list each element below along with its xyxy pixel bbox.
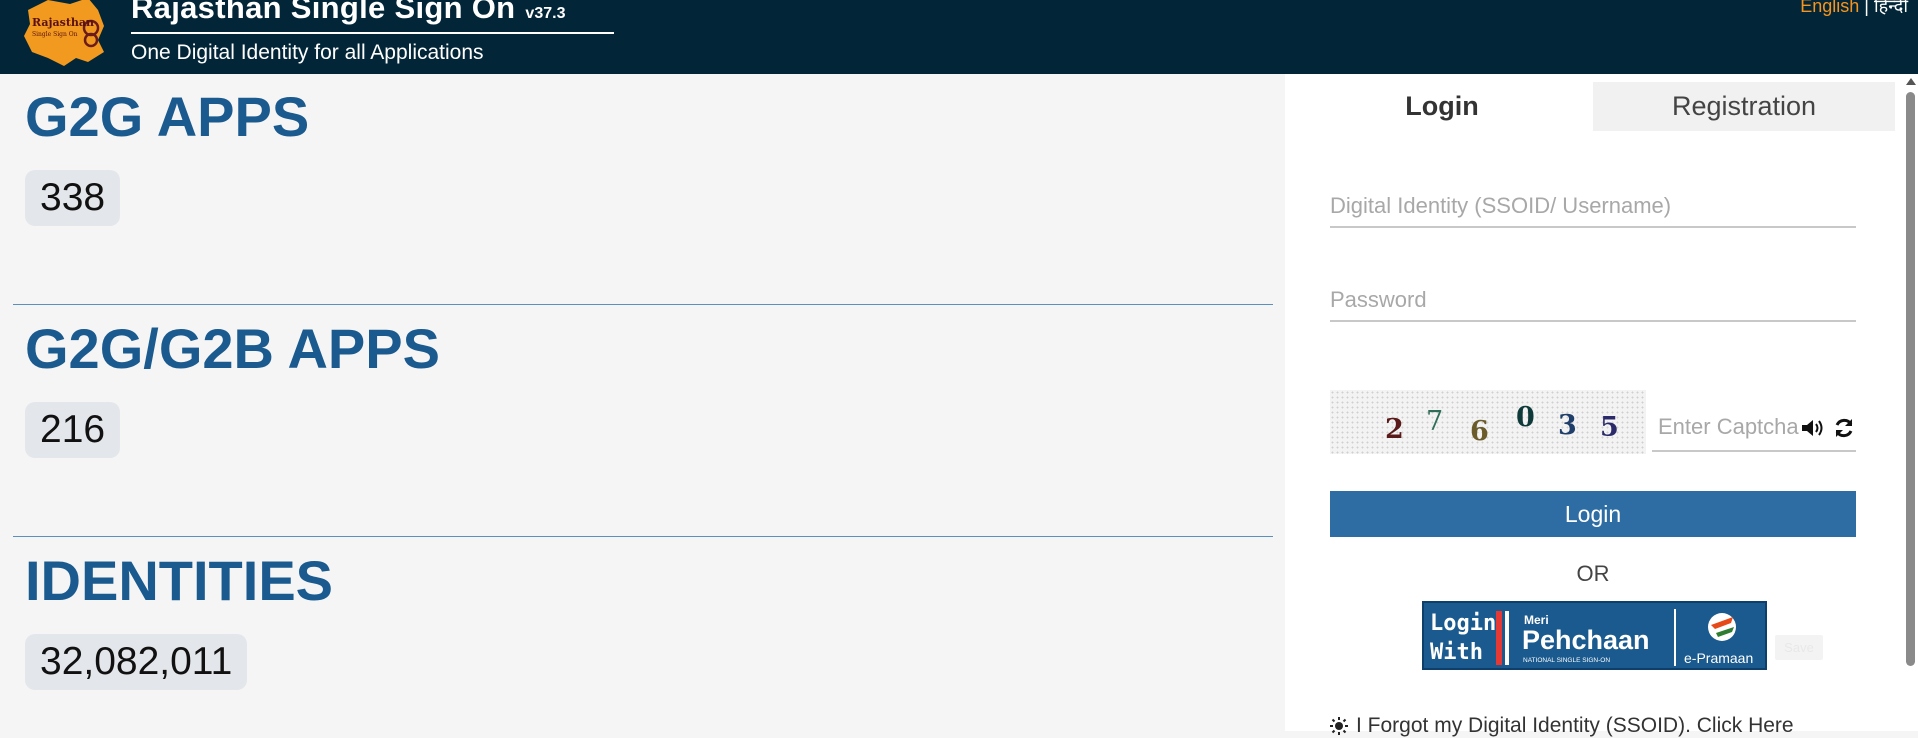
stats-section: G2G APPS 338 G2G/G2B APPS 216 IDENTITIES… <box>0 74 1285 731</box>
scroll-thumb[interactable] <box>1906 92 1915 666</box>
captcha-digit: 2 <box>1385 414 1404 445</box>
login-panel: Login Registration 2 7 6 0 3 5 Login OR <box>1285 74 1903 737</box>
captcha-digit: 0 <box>1516 402 1535 433</box>
app-header: Rajasthan Single Sign On Rajasthan Singl… <box>0 0 1918 74</box>
tab-registration[interactable]: Registration <box>1593 82 1895 131</box>
stat-count-g2g: 338 <box>25 170 121 226</box>
stat-count-g2g-g2b: 216 <box>25 402 121 458</box>
app-tagline: One Digital Identity for all Application… <box>131 41 484 64</box>
stat-title-g2g: G2G APPS <box>25 85 310 148</box>
speaker-icon[interactable] <box>1800 417 1826 439</box>
tab-login[interactable]: Login <box>1291 82 1593 131</box>
captcha-digit: 6 <box>1470 416 1489 447</box>
lang-separator: | <box>1859 0 1874 16</box>
captcha-digit: 3 <box>1558 410 1577 441</box>
captcha-digit: 7 <box>1426 406 1444 437</box>
refresh-icon[interactable] <box>1832 416 1856 440</box>
title-underline <box>131 32 614 34</box>
stat-count-identities: 32,082,011 <box>25 634 248 690</box>
stat-title-identities: IDENTITIES <box>25 549 334 612</box>
svg-text:NATIONAL SINGLE SIGN-ON: NATIONAL SINGLE SIGN-ON <box>1523 657 1610 664</box>
save-button[interactable]: Save <box>1775 635 1823 660</box>
forgot-ssoid-link[interactable]: I Forgot my Digital Identity (SSOID). Cl… <box>1330 714 1794 738</box>
rajasthan-logo[interactable]: Rajasthan Single Sign On <box>18 0 114 70</box>
lang-english-link[interactable]: English <box>1800 0 1859 16</box>
svg-text:e-Pramaan: e-Pramaan <box>1684 650 1753 666</box>
lang-hindi-link[interactable]: हिन्दी <box>1874 0 1908 16</box>
or-separator: OR <box>1576 561 1610 586</box>
app-title: Rajasthan Single Sign On <box>131 0 516 25</box>
page-scrollbar[interactable] <box>1903 74 1918 731</box>
scroll-up-arrow-icon[interactable] <box>1906 78 1916 85</box>
section-divider <box>13 536 1273 537</box>
forgot-ssoid-text: I Forgot my Digital Identity (SSOID). Cl… <box>1356 714 1794 737</box>
captcha-image: 2 7 6 0 3 5 <box>1330 390 1646 454</box>
password-input[interactable] <box>1330 280 1856 320</box>
ssoid-field-wrap <box>1330 186 1856 228</box>
svg-text:Pehchaan: Pehchaan <box>1522 625 1650 655</box>
login-button[interactable]: Login <box>1330 491 1856 537</box>
meripehchaan-logo: Login With Meri Pehchaan NATIONAL SINGLE… <box>1424 603 1765 668</box>
svg-text:Single Sign On: Single Sign On <box>32 31 78 38</box>
bullet-sun-icon <box>1330 717 1348 736</box>
captcha-digit: 5 <box>1600 412 1619 443</box>
app-title-wrap: Rajasthan Single Sign On v37.3 <box>131 0 565 26</box>
captcha-input[interactable] <box>1652 404 1813 450</box>
section-divider <box>13 304 1273 305</box>
ssoid-input[interactable] <box>1330 186 1856 226</box>
version-label: v37.3 <box>525 5 566 22</box>
meripehchaan-login-button[interactable]: Login With Meri Pehchaan NATIONAL SINGLE… <box>1422 601 1767 670</box>
svg-text:Login: Login <box>1430 611 1496 636</box>
svg-text:Rajasthan: Rajasthan <box>32 16 94 29</box>
svg-text:With: With <box>1430 640 1483 665</box>
captcha-field-wrap <box>1652 404 1856 452</box>
language-switcher: English | हिन्दी <box>1800 0 1908 18</box>
password-field-wrap <box>1330 280 1856 322</box>
stat-title-g2g-g2b: G2G/G2B APPS <box>25 317 440 380</box>
